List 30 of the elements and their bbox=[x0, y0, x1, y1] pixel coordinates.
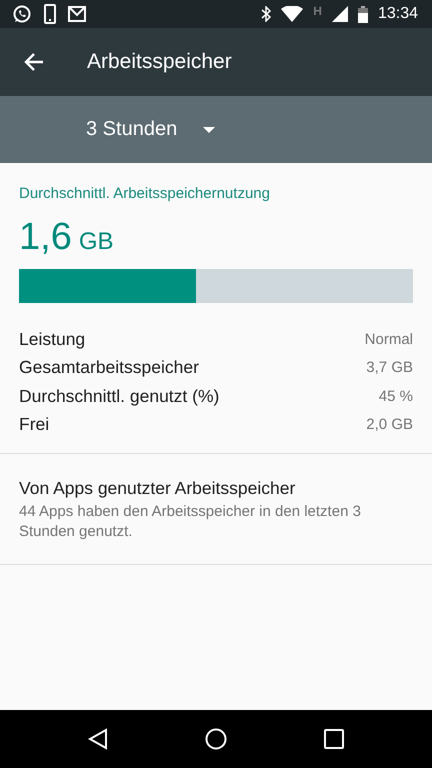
apps-memory-item[interactable]: Von Apps genutzter Arbeitsspeicher 44 Apps haben den Arbeitsspeicher in den letzten 3 Stunden genutzt. bbox=[0, 454, 432, 565]
bluetooth-icon bbox=[261, 6, 272, 22]
section-heading: Durchschnittl. Arbeitsspeichernutzung bbox=[19, 185, 271, 202]
memory-amount: 1,6 bbox=[19, 216, 72, 259]
stat-label: Durchschnittl. genutzt (%) bbox=[19, 386, 220, 407]
back-arrow-icon[interactable] bbox=[24, 53, 44, 71]
wifi-icon bbox=[281, 6, 304, 22]
stat-label: Leistung bbox=[19, 328, 86, 350]
screen-title: Arbeitsspeicher bbox=[87, 50, 232, 74]
mail-icon bbox=[68, 6, 86, 22]
phone-icon bbox=[44, 4, 56, 24]
dropdown-caret-icon bbox=[203, 126, 216, 132]
clock-time: 13:34 bbox=[378, 5, 418, 23]
item-title: Von Apps genutzter Arbeitsspeicher bbox=[19, 478, 296, 499]
stat-value: Normal bbox=[364, 330, 413, 348]
home-icon[interactable] bbox=[204, 728, 227, 750]
signal-icon bbox=[332, 6, 348, 22]
stat-label: Gesamtarbeitsspeicher bbox=[19, 357, 199, 378]
period-dropdown[interactable]: 3 Stunden bbox=[76, 112, 226, 147]
recents-icon[interactable] bbox=[324, 729, 344, 749]
memory-unit: GB bbox=[78, 228, 114, 256]
battery-icon bbox=[358, 6, 368, 22]
stat-label: Frei bbox=[19, 414, 50, 436]
network-type: H bbox=[313, 4, 322, 18]
stat-value: 2,0 GB bbox=[366, 416, 413, 434]
chat-icon bbox=[12, 4, 32, 24]
back-icon[interactable] bbox=[88, 728, 108, 750]
stat-value: 3,7 GB bbox=[366, 359, 413, 376]
stat-value: 45 % bbox=[378, 388, 413, 405]
item-summary: 44 Apps haben den Arbeitsspeicher in den letzten 3 Stunden genutzt. bbox=[19, 502, 362, 542]
